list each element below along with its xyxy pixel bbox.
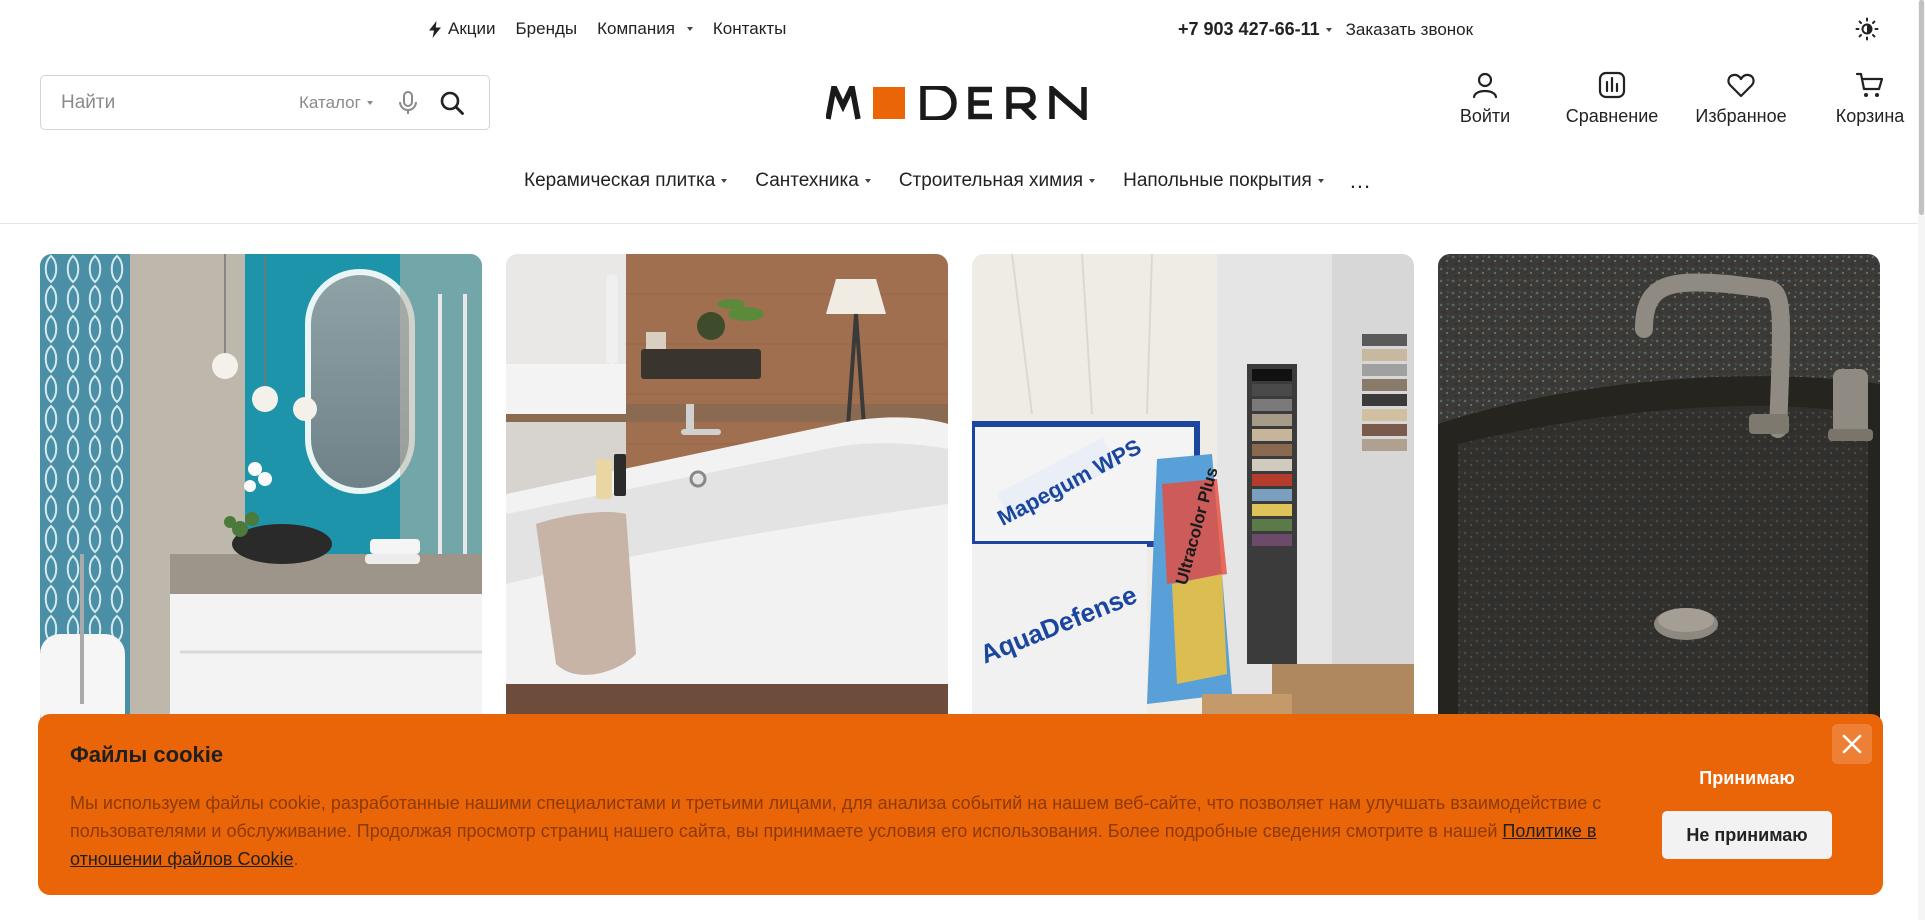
top-nav-promotions-label: Акции <box>448 19 496 38</box>
contact-block: +7 903 427-66-11 Заказать звонок <box>1178 19 1473 40</box>
category-label: Напольные покрытия <box>1123 170 1312 191</box>
modern-logo[interactable] <box>826 86 1092 120</box>
chevron-down-icon <box>1317 179 1324 183</box>
bathroom-vanity-image <box>40 254 482 734</box>
heart-icon <box>1727 73 1755 98</box>
category-plumbing[interactable]: Сантехника <box>755 170 871 192</box>
category-construction-chemicals[interactable]: Строительная химия <box>898 170 1096 192</box>
category-flooring[interactable]: Напольные покрытия <box>1123 170 1324 192</box>
sun-icon[interactable] <box>1855 17 1879 41</box>
top-nav-contacts-label: Контакты <box>712 19 787 38</box>
microphone-icon[interactable] <box>397 90 419 116</box>
cart-button[interactable]: Корзина <box>1825 70 1915 127</box>
phone-number[interactable]: +7 903 427-66-11 <box>1178 19 1332 40</box>
page-scrollbar[interactable] <box>1918 0 1925 920</box>
category-label: Строительная химия <box>898 170 1084 191</box>
category-nav: Керамическая плитка Сантехника Строитель… <box>524 168 1371 194</box>
accept-cookies-button[interactable]: Принимаю <box>1662 761 1832 795</box>
login-label: Войти <box>1459 106 1511 126</box>
top-nav-company-label: Компания <box>597 19 675 38</box>
banner-grout-products[interactable]: Mapegum WPS AquaDefense Ultracolor Plus <box>972 254 1414 734</box>
top-nav-promotions[interactable]: Акции <box>428 19 496 39</box>
cookie-banner: Файлы cookie Мы используем файлы cookie,… <box>38 714 1883 895</box>
bathtub-image <box>506 254 948 734</box>
cookie-body-text: Мы используем файлы cookie, разработанны… <box>70 793 1602 841</box>
close-icon <box>1842 734 1862 754</box>
user-icon <box>1472 72 1498 99</box>
catalog-select[interactable]: Каталог <box>299 93 373 113</box>
top-nav-brands-label: Бренды <box>515 19 578 38</box>
catalog-select-label: Каталог <box>299 92 361 112</box>
compare-button[interactable]: Сравнение <box>1557 70 1667 127</box>
cookie-text: Мы используем файлы cookie, разработанны… <box>70 789 1670 873</box>
chevron-down-icon <box>721 179 728 183</box>
category-label: Керамическая плитка <box>524 170 716 191</box>
top-nav-brands[interactable]: Бренды <box>516 19 578 39</box>
scrollbar-thumb[interactable] <box>1919 0 1924 215</box>
top-bar: Акции Бренды Компания Контакты +7 903 42… <box>0 0 1925 58</box>
phone-number-text: +7 903 427-66-11 <box>1178 19 1320 39</box>
category-ceramic-tile[interactable]: Керамическая плитка <box>524 170 728 192</box>
more-categories-button[interactable]: ... <box>1350 168 1371 194</box>
chevron-down-icon <box>1089 179 1096 183</box>
search-input[interactable] <box>61 91 291 114</box>
chevron-down-icon <box>864 179 871 183</box>
chevron-down-icon <box>686 27 693 31</box>
granite-sink-image <box>1438 254 1880 734</box>
banner-bathroom-vanity[interactable] <box>40 254 482 734</box>
header-divider <box>0 223 1918 224</box>
logo-accent-square <box>873 87 905 119</box>
lightning-icon <box>429 20 441 38</box>
cookie-title: Файлы cookie <box>70 742 224 767</box>
category-label: Сантехника <box>755 170 859 191</box>
compare-chart-icon <box>1598 71 1626 99</box>
banner-bathtub[interactable] <box>506 254 948 734</box>
grout-products-image: Mapegum WPS AquaDefense Ultracolor Plus <box>972 254 1414 734</box>
login-button[interactable]: Войти <box>1445 70 1525 127</box>
favorites-label: Избранное <box>1695 106 1787 126</box>
cart-icon <box>1855 72 1884 97</box>
top-nav: Акции Бренды Компания Контакты <box>428 19 786 39</box>
cart-label: Корзина <box>1835 106 1905 126</box>
favorites-button[interactable]: Избранное <box>1691 70 1791 127</box>
compare-label: Сравнение <box>1565 106 1659 126</box>
cookie-text-suffix: . <box>293 849 299 869</box>
top-nav-company[interactable]: Компания <box>597 19 693 39</box>
search-bar: Каталог <box>40 75 490 130</box>
chevron-down-icon <box>1325 27 1332 32</box>
search-icon[interactable] <box>439 90 465 116</box>
chevron-down-icon <box>366 100 373 105</box>
close-cookie-button[interactable] <box>1832 724 1872 764</box>
top-nav-contacts[interactable]: Контакты <box>713 19 786 39</box>
header-actions: Войти Сравнение Избранное Корзина <box>1445 70 1915 127</box>
reject-cookies-button[interactable]: Не принимаю <box>1662 811 1832 859</box>
banner-granite-sink[interactable] <box>1438 254 1880 734</box>
callback-link[interactable]: Заказать звонок <box>1346 20 1473 40</box>
